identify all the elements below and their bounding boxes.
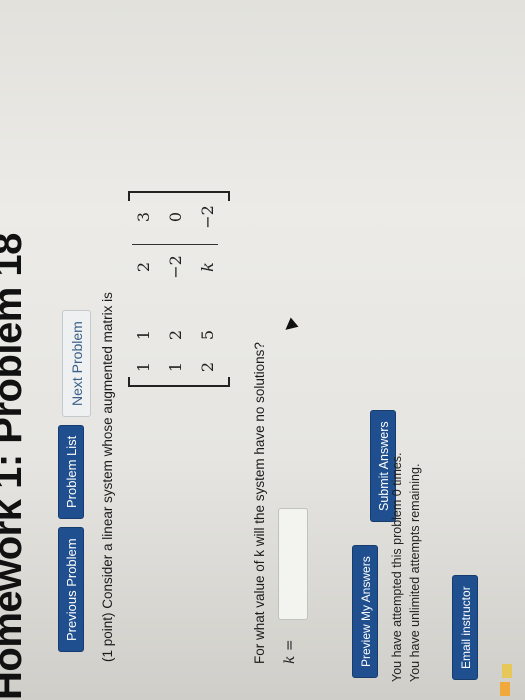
- matrix-cell: 2: [166, 329, 185, 341]
- preview-answers-button[interactable]: Preview My Answers: [352, 545, 378, 678]
- corner-decoration: [500, 682, 510, 696]
- attempts-remaining: You have unlimited attempts remaining.: [408, 463, 422, 682]
- matrix-cell: −2: [198, 205, 217, 229]
- matrix-cell: 2: [198, 361, 217, 373]
- answer-input[interactable]: [278, 508, 308, 620]
- matrix-cell: 5: [198, 329, 217, 341]
- matrix-cell: 3: [134, 211, 153, 223]
- attempts-status: You have attempted this problem 0 times.: [390, 452, 404, 682]
- email-instructor-button[interactable]: Email instructor: [452, 575, 478, 680]
- previous-problem-button[interactable]: Previous Problem: [58, 527, 84, 652]
- matrix-right-bracket: [128, 191, 230, 201]
- augmented-matrix: 1 1 2 3 1 2 −2 0 2 5 k −2: [128, 187, 236, 387]
- page-title: Homework 1: Problem 18: [0, 233, 30, 700]
- matrix-cell: k: [198, 262, 217, 272]
- matrix-cell: 1: [166, 361, 185, 373]
- augment-divider: [132, 244, 218, 245]
- answer-label: k =: [282, 639, 298, 664]
- page-canvas: Homework 1: Problem 18 Previous Problem …: [0, 0, 525, 700]
- corner-decoration: [502, 664, 512, 678]
- problem-intro: (1 point) Consider a linear system whose…: [100, 292, 115, 662]
- matrix-cell: 2: [134, 261, 153, 273]
- mouse-cursor-icon: [281, 317, 299, 335]
- problem-list-button[interactable]: Problem List: [58, 424, 84, 519]
- matrix-cell: 1: [134, 361, 153, 373]
- next-problem-button[interactable]: Next Problem: [62, 310, 91, 417]
- matrix-cell: 0: [166, 211, 185, 223]
- question-text: For what value of k will the system have…: [252, 342, 267, 664]
- matrix-cell: 1: [134, 329, 153, 341]
- matrix-cell: −2: [166, 255, 185, 279]
